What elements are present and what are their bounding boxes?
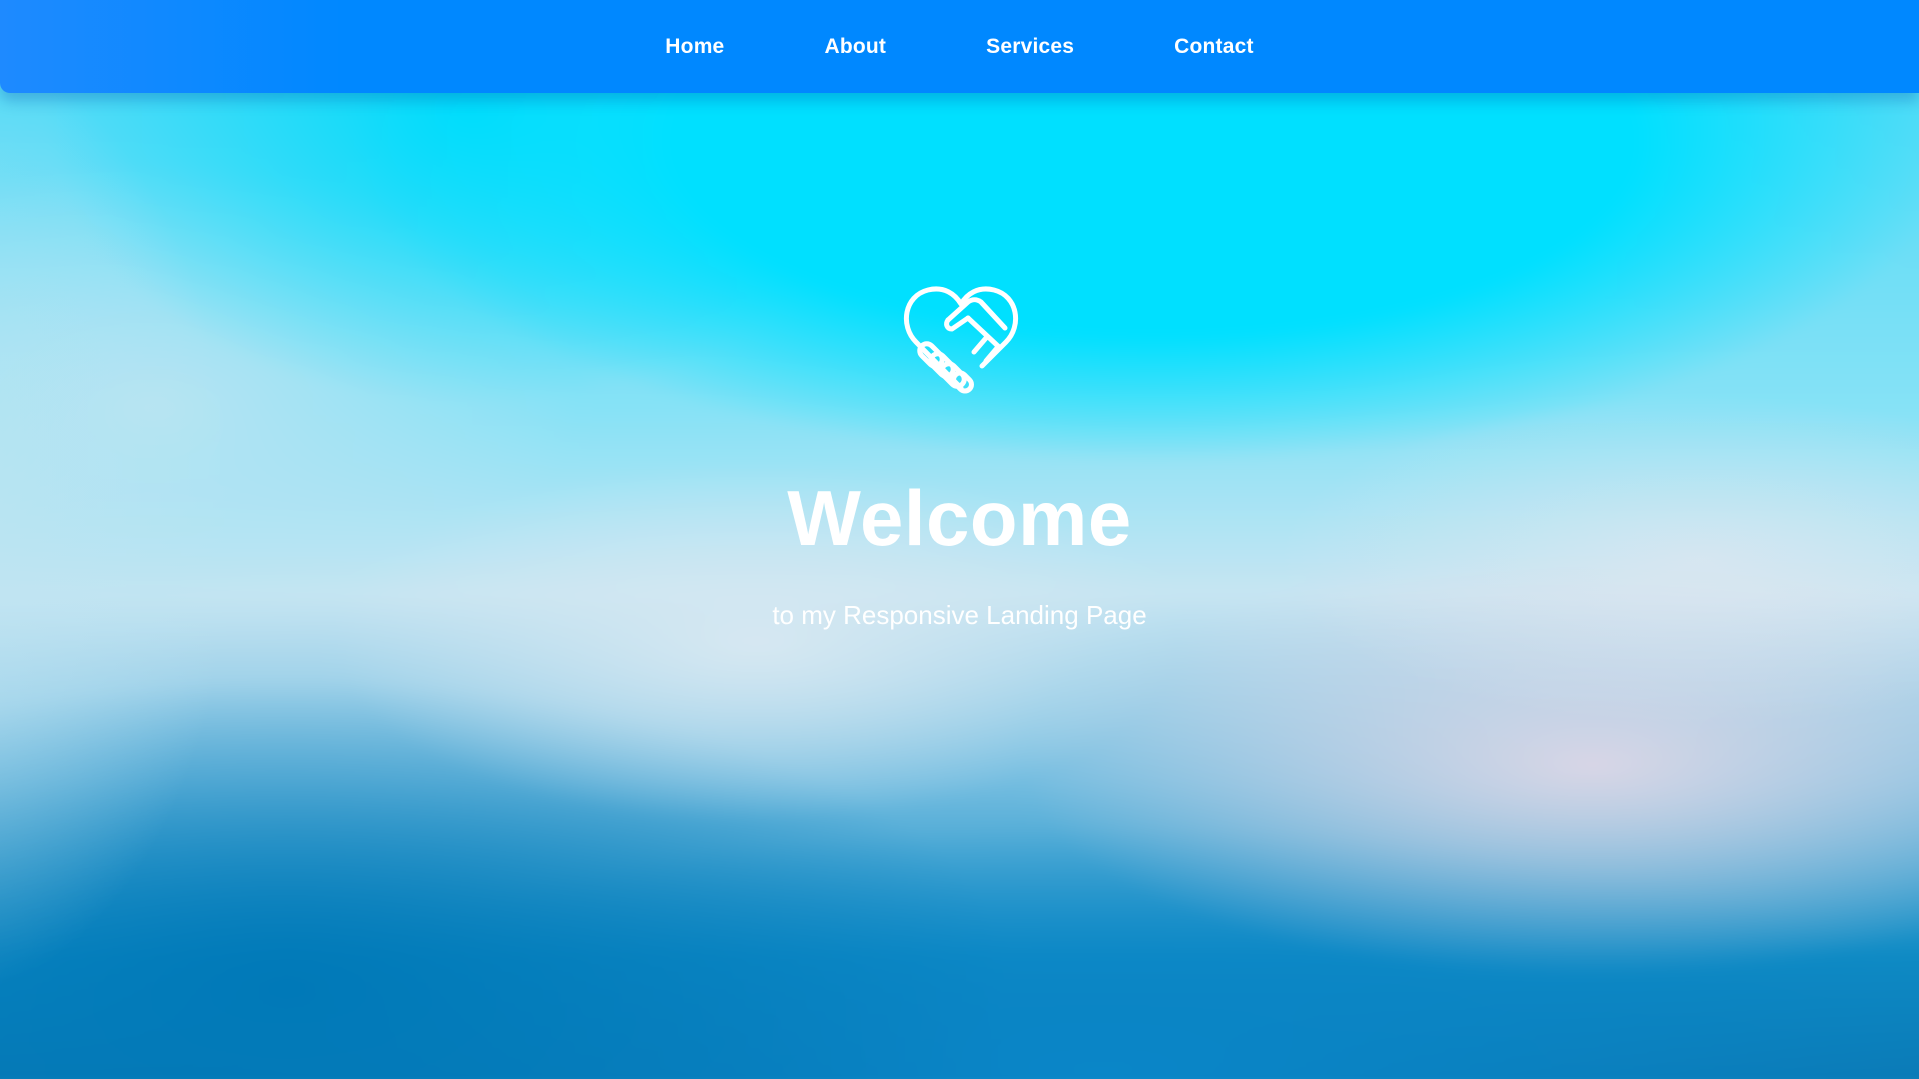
nav-link-services[interactable]: Services xyxy=(986,35,1074,58)
nav-item-services: Services xyxy=(936,35,1124,59)
hero-subtitle: to my Responsive Landing Page xyxy=(772,600,1147,630)
landing-page: Home About Services Contact Welcome to m… xyxy=(0,0,1919,1079)
nav-link-contact[interactable]: Contact xyxy=(1174,35,1254,58)
navbar: Home About Services Contact xyxy=(0,0,1919,93)
nav-item-about: About xyxy=(774,35,936,59)
nav-link-about[interactable]: About xyxy=(824,35,886,58)
nav-link-home[interactable]: Home xyxy=(665,35,724,58)
hero-title: Welcome xyxy=(787,474,1132,562)
hero-section: Welcome to my Responsive Landing Page xyxy=(0,0,1919,1079)
nav-item-home: Home xyxy=(615,35,774,59)
nav-menu: Home About Services Contact xyxy=(0,0,1919,93)
heart-handshake-icon xyxy=(904,286,1018,394)
nav-item-contact: Contact xyxy=(1124,35,1304,59)
